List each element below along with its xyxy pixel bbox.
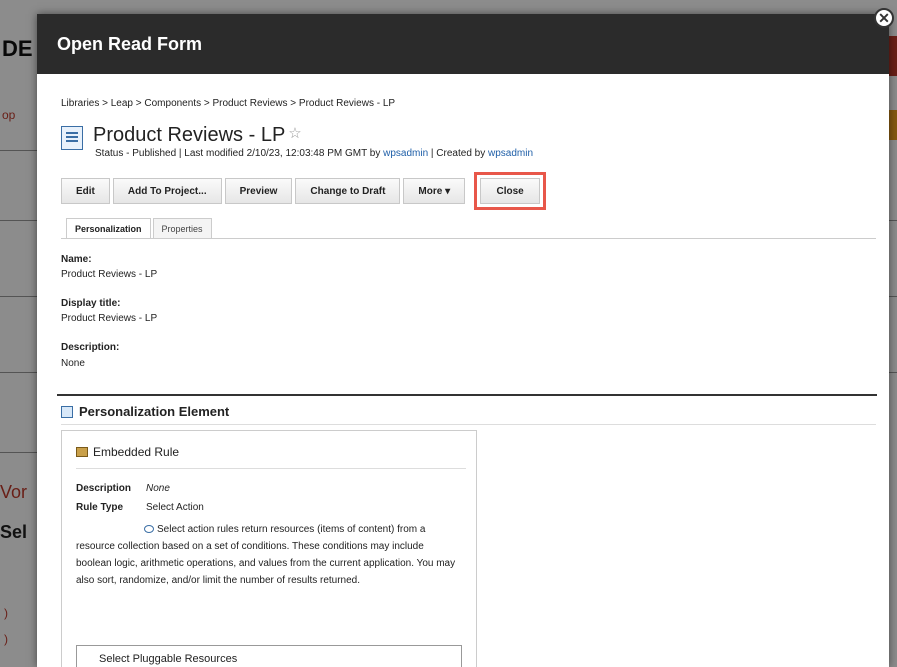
- name-value: Product Reviews - LP: [61, 269, 158, 280]
- tab-personalization[interactable]: Personalization: [66, 218, 151, 238]
- tab-bar: Personalization Properties: [66, 218, 214, 238]
- section-title: Personalization Element: [79, 404, 230, 419]
- open-read-form-dialog: Open Read Form Libraries > Leap > Compon…: [37, 14, 889, 667]
- rule-heading: Embedded Rule: [76, 445, 179, 459]
- favorite-star-icon[interactable]: ☆: [288, 124, 301, 142]
- rule-description-value: None: [146, 483, 170, 494]
- section-heading: Personalization Element: [61, 404, 229, 419]
- modified-by-link[interactable]: wpsadmin: [383, 148, 428, 159]
- name-label: Name:: [61, 254, 92, 265]
- pluggable-resources-box: Select Pluggable Resources: [76, 645, 462, 667]
- created-prefix-text: | Created by: [428, 148, 489, 159]
- close-button[interactable]: Close: [480, 178, 541, 204]
- rule-type-value: Select Action: [146, 502, 204, 513]
- document-title: Product Reviews - LP: [93, 124, 286, 146]
- more-dropdown-button[interactable]: More ▾: [403, 178, 466, 204]
- embedded-rule-panel: Embedded Rule Description None Rule Type…: [61, 430, 477, 667]
- section-underline: [61, 424, 876, 425]
- rule-explanation-text: Select action rules return resources (it…: [76, 524, 456, 586]
- action-toolbar: Edit Add To Project... Preview Change to…: [61, 172, 547, 210]
- description-label: Description:: [61, 342, 120, 353]
- info-bubble-icon: [144, 525, 154, 534]
- display-title-label: Display title:: [61, 298, 121, 309]
- description-value: None: [61, 358, 85, 369]
- rule-heading-text: Embedded Rule: [93, 445, 180, 459]
- tab-divider: [61, 238, 876, 239]
- document-status: Status - Published | Last modified 2/10/…: [95, 148, 533, 159]
- section-divider: [57, 394, 877, 396]
- display-title-value: Product Reviews - LP: [61, 313, 158, 324]
- personalization-element-icon: [61, 405, 73, 418]
- rule-heading-divider: [76, 468, 466, 469]
- dialog-title: Open Read Form: [57, 33, 203, 54]
- preview-button[interactable]: Preview: [224, 178, 293, 204]
- add-to-project-button[interactable]: Add To Project...: [112, 178, 222, 204]
- rule-icon: [76, 447, 88, 457]
- dialog-header: Open Read Form: [37, 14, 889, 74]
- change-to-draft-button[interactable]: Change to Draft: [295, 178, 401, 204]
- rule-explanation: Select action rules return resources (it…: [76, 521, 462, 589]
- rule-type-label: Rule Type: [76, 502, 124, 513]
- status-text: Status - Published | Last modified 2/10/…: [95, 148, 384, 159]
- close-button-highlight: Close: [474, 172, 547, 210]
- tab-properties[interactable]: Properties: [152, 218, 212, 238]
- rule-description-label: Description: [76, 483, 132, 494]
- edit-button[interactable]: Edit: [61, 178, 110, 204]
- document-icon: [61, 126, 83, 150]
- breadcrumb[interactable]: Libraries > Leap > Components > Product …: [61, 98, 395, 109]
- created-by-link[interactable]: wpsadmin: [488, 148, 533, 159]
- document-title-row: Product Reviews - LP ☆: [61, 124, 302, 150]
- close-dialog-icon[interactable]: ✕: [874, 8, 894, 28]
